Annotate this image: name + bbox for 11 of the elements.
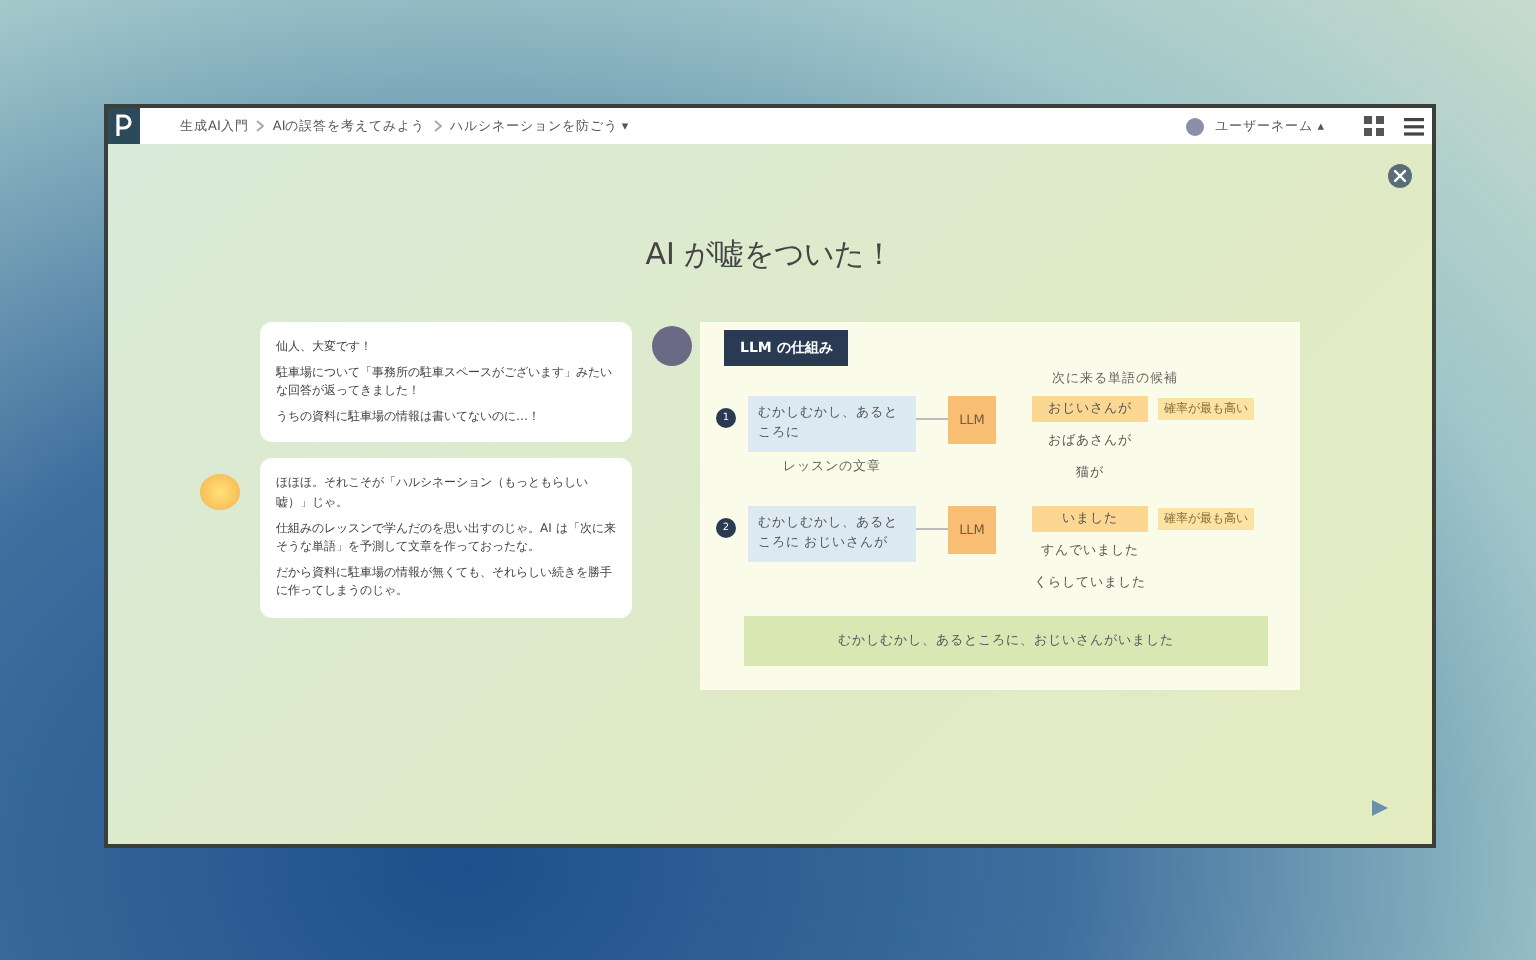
- menu-icon[interactable]: [1404, 117, 1424, 135]
- close-icon[interactable]: [1388, 164, 1412, 188]
- slide-title: AI が嘘をついた！: [645, 236, 895, 274]
- next-arrow-icon[interactable]: [1372, 800, 1388, 816]
- logo-icon[interactable]: [108, 108, 140, 144]
- sun-avatar-icon: [200, 474, 240, 511]
- chevron-icon: [256, 120, 265, 132]
- chevron-icon: [433, 120, 442, 132]
- user-avatar-icon[interactable]: [1185, 117, 1204, 135]
- sensei-avatar-icon: [652, 326, 692, 366]
- grid-icon[interactable]: [1364, 116, 1384, 136]
